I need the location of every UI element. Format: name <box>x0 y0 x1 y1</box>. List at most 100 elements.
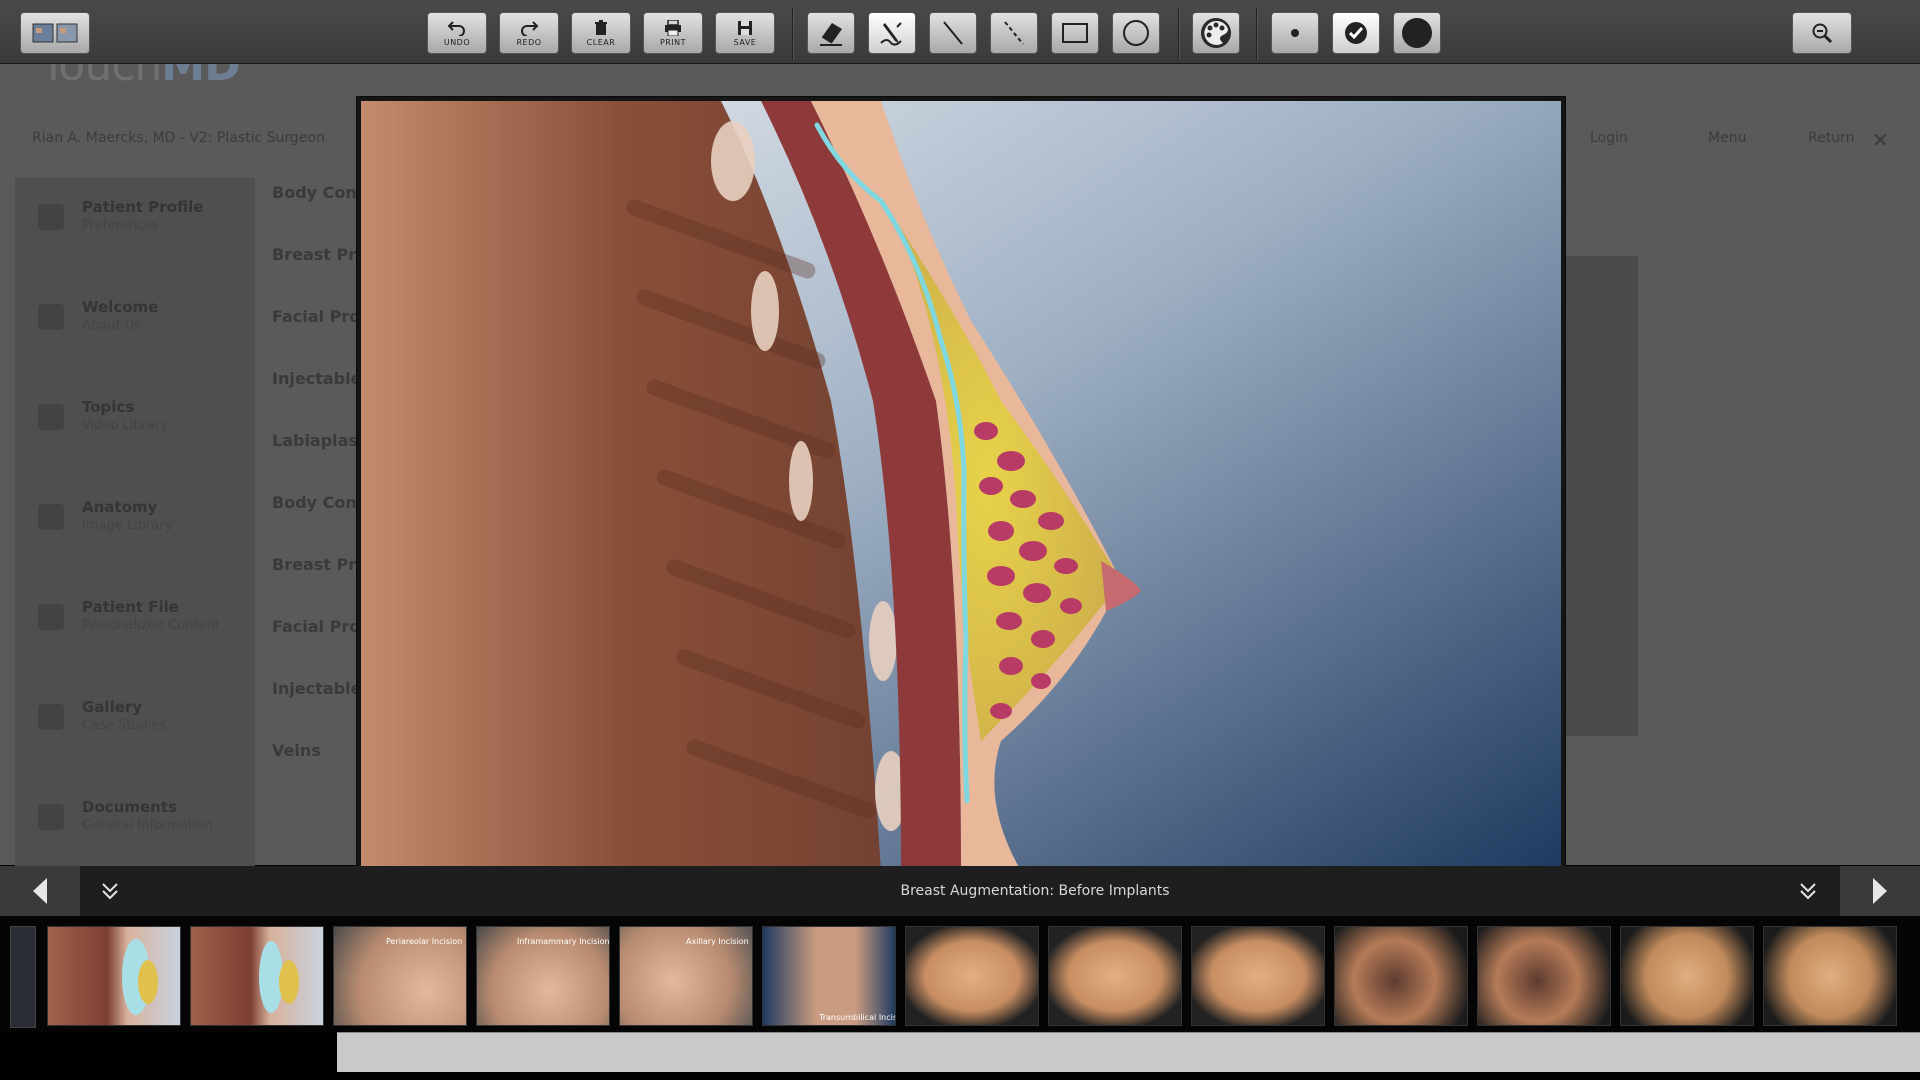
thumbnail-item[interactable]: Periareolar Incision <box>333 926 467 1026</box>
thumbnail-item[interactable] <box>1763 926 1897 1026</box>
nav-title: Welcome <box>82 298 159 316</box>
nav-subtitle: Image Library <box>82 518 173 533</box>
collapse-right-button[interactable] <box>1778 866 1838 916</box>
undo-label: UNDO <box>443 37 471 47</box>
thumbnail-item[interactable] <box>1334 926 1468 1026</box>
implant-thumbnail <box>259 941 299 1013</box>
thumbnail-strip: Periareolar Incision Inframammary Incisi… <box>0 916 1920 1032</box>
large-dot-icon <box>1402 18 1432 48</box>
arrow-left-icon <box>33 878 47 904</box>
thumbnail-item[interactable]: Inframammary Incision <box>476 926 610 1026</box>
circle-tool-button[interactable] <box>1112 12 1160 54</box>
background-panel <box>1560 256 1638 736</box>
nav-title: Gallery <box>82 698 143 716</box>
category-item[interactable]: Labiaplast <box>272 431 366 450</box>
undo-button[interactable]: UNDO <box>427 12 487 54</box>
checkmark-icon <box>1345 22 1367 44</box>
eraser-button[interactable] <box>807 12 855 54</box>
return-link[interactable]: Return <box>1808 130 1854 146</box>
profile-icon <box>38 204 64 230</box>
line-icon <box>943 21 963 45</box>
color-palette-button[interactable] <box>1192 12 1240 54</box>
brush-size-large-button[interactable] <box>1393 12 1441 54</box>
app-root: TouchMD Rian A. Maercks, MD - V2: Plasti… <box>0 0 1920 1080</box>
thumbnail-strip-edge <box>10 926 36 1028</box>
category-item[interactable]: Breast Pro <box>272 555 367 574</box>
pen-button[interactable] <box>868 12 916 54</box>
zoom-button[interactable] <box>1792 12 1852 54</box>
save-button[interactable]: SAVE <box>715 12 775 54</box>
thumbnail-item[interactable] <box>905 926 1039 1026</box>
double-chevron-down-icon <box>1800 883 1816 900</box>
thumbnail-caption: Axillary Incision <box>686 937 749 946</box>
dashed-line-tool-button[interactable] <box>990 12 1038 54</box>
save-label: SAVE <box>733 37 757 47</box>
drawing-canvas[interactable] <box>361 101 1561 871</box>
thumbnail-caption: Transumbilical Incision <box>819 1013 895 1022</box>
redo-button[interactable]: REDO <box>499 12 559 54</box>
printer-icon <box>665 19 681 36</box>
nav-title: Anatomy <box>82 498 158 516</box>
thumbnail-item[interactable] <box>1477 926 1611 1026</box>
thumbnail-scrollbar[interactable] <box>337 1032 1920 1072</box>
rectangle-tool-button[interactable] <box>1051 12 1099 54</box>
eraser-icon <box>820 23 842 46</box>
breast-anatomy-image <box>361 101 1561 871</box>
thumbnail-item[interactable] <box>190 926 324 1026</box>
toolbar-separator <box>1178 8 1180 60</box>
thumbnail-item[interactable] <box>1620 926 1754 1026</box>
split-view-icon <box>32 23 78 43</box>
thumbnail-item[interactable] <box>1191 926 1325 1026</box>
nav-patient-file[interactable]: Patient File Personalized Content <box>18 596 238 656</box>
thumbnail-item[interactable]: Axillary Incision <box>619 926 753 1026</box>
next-button[interactable] <box>1840 866 1920 916</box>
image-caption: Breast Augmentation: Before Implants <box>900 883 1170 899</box>
close-icon[interactable]: ✕ <box>1872 128 1889 152</box>
line-tool-button[interactable] <box>929 12 977 54</box>
nav-anatomy[interactable]: Anatomy Image Library <box>18 496 238 556</box>
nav-subtitle: Personalized Content <box>82 618 220 633</box>
category-item[interactable]: Veins <box>272 741 321 760</box>
category-item[interactable]: Injectable <box>272 369 361 388</box>
category-item[interactable]: Facial Pro <box>272 617 360 636</box>
nav-documents[interactable]: Documents General Information <box>18 796 238 856</box>
thumbnail-caption: Inframammary Incision <box>517 937 610 946</box>
category-item[interactable]: Body Cont <box>272 493 364 512</box>
category-item[interactable]: Body Cont <box>272 183 364 202</box>
drawing-toolbar: UNDO REDO CLEAR PRINT SAVE <box>0 0 1920 64</box>
nav-topics[interactable]: Topics Video Library <box>18 396 238 456</box>
clear-button[interactable]: CLEAR <box>571 12 631 54</box>
nav-subtitle: About Us <box>82 318 141 333</box>
thumbnail-item[interactable] <box>47 926 181 1026</box>
thumbnail-item[interactable]: Transumbilical Incision <box>762 926 896 1026</box>
arrow-right-icon <box>1873 878 1887 904</box>
category-item[interactable]: Facial Pro <box>272 307 360 326</box>
print-label: PRINT <box>659 37 687 47</box>
document-icon <box>38 804 64 830</box>
category-item[interactable]: Injectable <box>272 679 361 698</box>
brush-size-small-button[interactable] <box>1271 12 1319 54</box>
category-item[interactable]: Breast Pro <box>272 245 367 264</box>
nav-patient-profile[interactable]: Patient Profile Preferences <box>18 196 238 256</box>
image-viewer <box>356 96 1566 916</box>
nav-subtitle: Preferences <box>82 218 159 233</box>
nav-gallery[interactable]: Gallery Case Studies <box>18 696 238 756</box>
pen-icon <box>880 22 902 46</box>
collapse-left-button[interactable] <box>80 866 140 916</box>
circle-icon <box>1123 20 1149 46</box>
layout-toggle-button[interactable] <box>20 12 90 54</box>
login-link[interactable]: Login <box>1590 130 1628 146</box>
small-dot-icon <box>1291 29 1299 37</box>
dashed-line-icon <box>1004 21 1024 45</box>
nav-subtitle: Video Library <box>82 418 169 433</box>
thumbnail-item[interactable] <box>1048 926 1182 1026</box>
menu-link[interactable]: Menu <box>1708 130 1746 146</box>
nav-welcome[interactable]: Welcome About Us <box>18 296 238 356</box>
previous-button[interactable] <box>0 866 80 916</box>
print-button[interactable]: PRINT <box>643 12 703 54</box>
thumbnail-caption: Periareolar Incision <box>386 937 463 946</box>
video-icon <box>38 404 64 430</box>
brush-size-medium-button[interactable] <box>1332 12 1380 54</box>
anatomy-icon <box>38 504 64 530</box>
floppy-disk-icon <box>738 20 752 35</box>
